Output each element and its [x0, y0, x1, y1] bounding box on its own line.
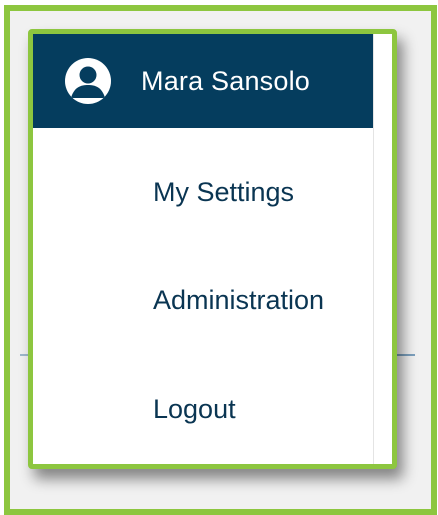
menu-item-logout[interactable]: Logout	[33, 379, 373, 439]
menu-item-label: Administration	[153, 284, 325, 315]
user-menu-header[interactable]: Mara Sansolo	[33, 34, 373, 128]
menu-item-label: My Settings	[153, 176, 295, 207]
menu-item-my-settings[interactable]: My Settings	[33, 162, 373, 222]
menu-item-label: Logout	[153, 393, 236, 424]
menu-item-administration[interactable]: Administration	[33, 270, 373, 330]
user-name: Mara Sansolo	[141, 65, 310, 96]
user-circle-icon	[65, 58, 111, 104]
user-dropdown-menu: Mara Sansolo My Settings Administration …	[28, 29, 397, 469]
scrollbar[interactable]	[373, 34, 392, 464]
